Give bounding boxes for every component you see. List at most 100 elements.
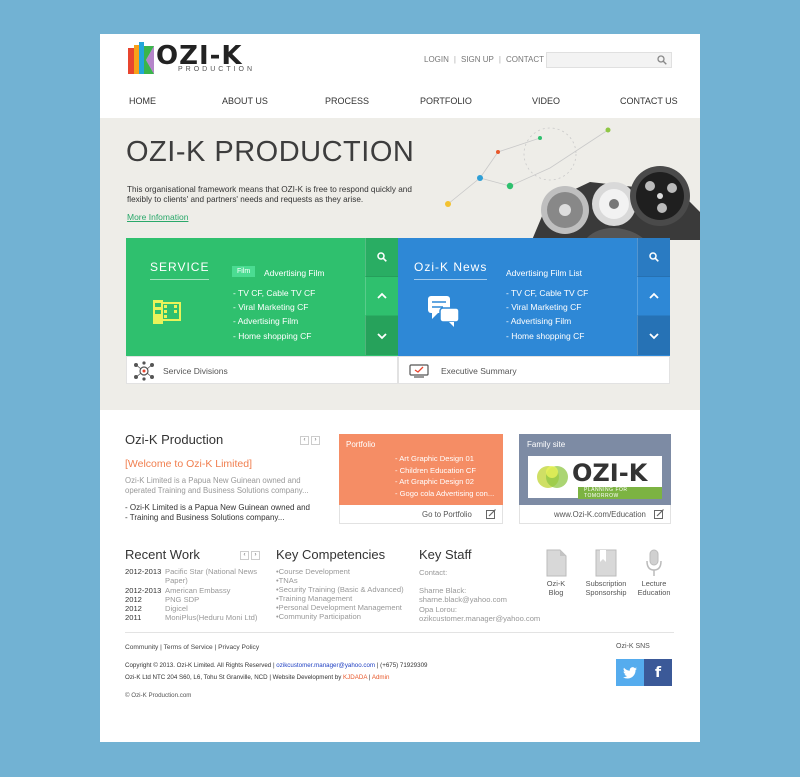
family-logo-icon [537, 466, 568, 488]
search-icon [649, 252, 659, 262]
nav-contact-us[interactable]: CONTACT US [620, 96, 678, 106]
next-button[interactable]: › [311, 436, 320, 445]
list-item[interactable]: - Art Graphic Design 02 [395, 476, 494, 488]
footer-email-link[interactable]: ozikcustomer.manager@yahoo.com [276, 662, 375, 669]
terms-link[interactable]: Terms of Service [164, 644, 213, 651]
nav-portfolio[interactable]: PORTFOLIO [420, 96, 472, 106]
education-label: Education [637, 588, 671, 597]
list-item[interactable]: - Viral Marketing CF [506, 300, 588, 314]
executive-summary-bar[interactable]: Executive Summary [398, 356, 670, 384]
list-item[interactable]: - Home shopping CF [506, 329, 588, 343]
blog-link[interactable]: Ozi-K Blog [536, 549, 576, 597]
community-link[interactable]: Community [125, 644, 158, 651]
service-up-button[interactable] [365, 277, 398, 316]
staff-name: Opa Lorou: [419, 604, 457, 614]
chevron-up-icon [649, 292, 659, 299]
facebook-icon: f [654, 664, 662, 681]
lecture-link[interactable]: Lecture Education [634, 549, 674, 597]
blog-label-2: Blog [548, 588, 564, 597]
document-icon [546, 549, 567, 577]
family-logo-tagline: PLANNING FOR TOMORROW [578, 487, 662, 499]
about-line-2: - Training and Business Solutions compan… [125, 513, 285, 522]
search-input[interactable] [547, 56, 651, 71]
list-item[interactable]: - Home shopping CF [233, 329, 315, 343]
privacy-link[interactable]: Privacy Policy [218, 644, 259, 651]
portfolio-card[interactable]: Portfolio - Art Graphic Design 01 - Chil… [339, 434, 503, 505]
prev-button[interactable]: ‹ [240, 551, 249, 560]
chevron-down-icon [377, 332, 387, 339]
admin-link[interactable]: Admin [372, 674, 390, 681]
family-site-card[interactable]: Family site OZI-K PLANNING FOR TOMORROW [519, 434, 671, 505]
search-icon [377, 252, 387, 262]
nav-process[interactable]: PROCESS [325, 96, 369, 106]
service-divisions-bar[interactable]: Service Divisions [126, 356, 398, 384]
list-item[interactable]: - TV CF, Cable TV CF [233, 286, 315, 300]
competencies-title: Key Competencies [276, 547, 386, 562]
service-list: - TV CF, Cable TV CF - Viral Marketing C… [233, 286, 315, 343]
list-item[interactable]: - Children Education CF [395, 465, 494, 477]
service-title: SERVICE [150, 260, 210, 280]
chevron-down-icon [649, 332, 659, 339]
twitter-button[interactable] [616, 659, 644, 686]
list-item[interactable]: - Viral Marketing CF [233, 300, 315, 314]
login-link[interactable]: LOGIN [424, 55, 449, 64]
list-item[interactable]: 2011 MoniPlus(Heduru Moni Ltd) [125, 613, 265, 622]
list-item[interactable]: 2012-2013 Pacific Star (National News [125, 567, 265, 576]
top-links: LOGIN | SIGN UP | CONTACT US [424, 55, 558, 64]
list-item: •Course Development [276, 567, 350, 576]
developer-link[interactable]: KJDADA [343, 674, 367, 681]
more-info-link[interactable]: More Infomation [127, 212, 188, 222]
signup-link[interactable]: SIGN UP [461, 55, 494, 64]
executive-summary-label: Executive Summary [441, 366, 517, 376]
list-item[interactable]: 2012-2013 American Embassy [125, 586, 265, 595]
nav-home[interactable]: HOME [129, 96, 156, 106]
nav-about-us[interactable]: ABOUT US [222, 96, 268, 106]
site-copyright: © Ozi-K Production.com [125, 692, 192, 699]
list-item[interactable]: - TV CF, Cable TV CF [506, 286, 588, 300]
list-item[interactable]: Paper) [125, 576, 265, 585]
list-item[interactable]: - Advertising Film [506, 314, 588, 328]
page: OZI-K PRODUCTION LOGIN | SIGN UP | CONTACT U… [100, 34, 700, 742]
family-site-link[interactable]: www.Ozi-K.com/Education [519, 505, 671, 524]
address-line: Ozi-K Ltd NTC 204 S60, L6, Tohu St Granv… [125, 674, 390, 681]
family-site-title: Family site [527, 440, 566, 449]
chevron-up-icon [377, 292, 387, 299]
list-item[interactable]: - Advertising Film [233, 314, 315, 328]
subscription-link[interactable]: Subscription Sponsorship [580, 549, 632, 597]
key-staff-contacts: Contact: Sharne Black: sharne.black@yaho… [419, 568, 540, 623]
list-item[interactable]: - Art Graphic Design 01 [395, 453, 494, 465]
nav-video[interactable]: VIDEO [532, 96, 560, 106]
list-item[interactable]: - Gogo cola Advertising con... [395, 488, 494, 500]
blog-label: Ozi-K [546, 579, 566, 588]
main-nav: HOME ABOUT US PROCESS PORTFOLIO VIDEO CO… [100, 92, 700, 116]
key-staff-title: Key Staff [419, 547, 472, 562]
news-down-button[interactable] [637, 316, 670, 355]
service-panel: SERVICE Film Advertising Film - TV CF, C… [126, 238, 398, 356]
search-icon[interactable] [657, 55, 667, 65]
film-strip-icon [153, 300, 181, 324]
list-item: •Personal Development Management [276, 603, 402, 613]
subscription-label: Subscription [585, 579, 627, 588]
family-site-url: www.Ozi-K.com/Education [554, 510, 646, 519]
lecture-label: Lecture [641, 579, 667, 588]
news-up-button[interactable] [637, 277, 670, 316]
news-side-buttons [637, 238, 670, 356]
service-side-buttons [365, 238, 398, 356]
next-button[interactable]: › [251, 551, 260, 560]
list-item[interactable]: 2012 Digicel [125, 604, 265, 613]
service-search-button[interactable] [365, 238, 398, 277]
contact-label: Contact: [419, 568, 448, 577]
family-site-banner[interactable]: OZI-K PLANNING FOR TOMORROW [528, 456, 662, 499]
prev-button[interactable]: ‹ [300, 436, 309, 445]
facebook-button[interactable]: f [644, 659, 672, 686]
edit-icon [654, 509, 664, 519]
logo-icon[interactable] [128, 42, 154, 74]
staff-email[interactable]: sharne.black@yahoo.com [419, 595, 540, 604]
list-item[interactable]: 2012 PNG SDP [125, 595, 265, 604]
staff-email[interactable]: ozikcustomer.manager@yahoo.com [419, 614, 540, 623]
service-down-button[interactable] [365, 316, 398, 355]
news-search-button[interactable] [637, 238, 670, 277]
book-icon [595, 549, 617, 577]
go-to-portfolio-link[interactable]: Go to Portfolio [339, 505, 503, 524]
microphone-icon [646, 549, 662, 576]
